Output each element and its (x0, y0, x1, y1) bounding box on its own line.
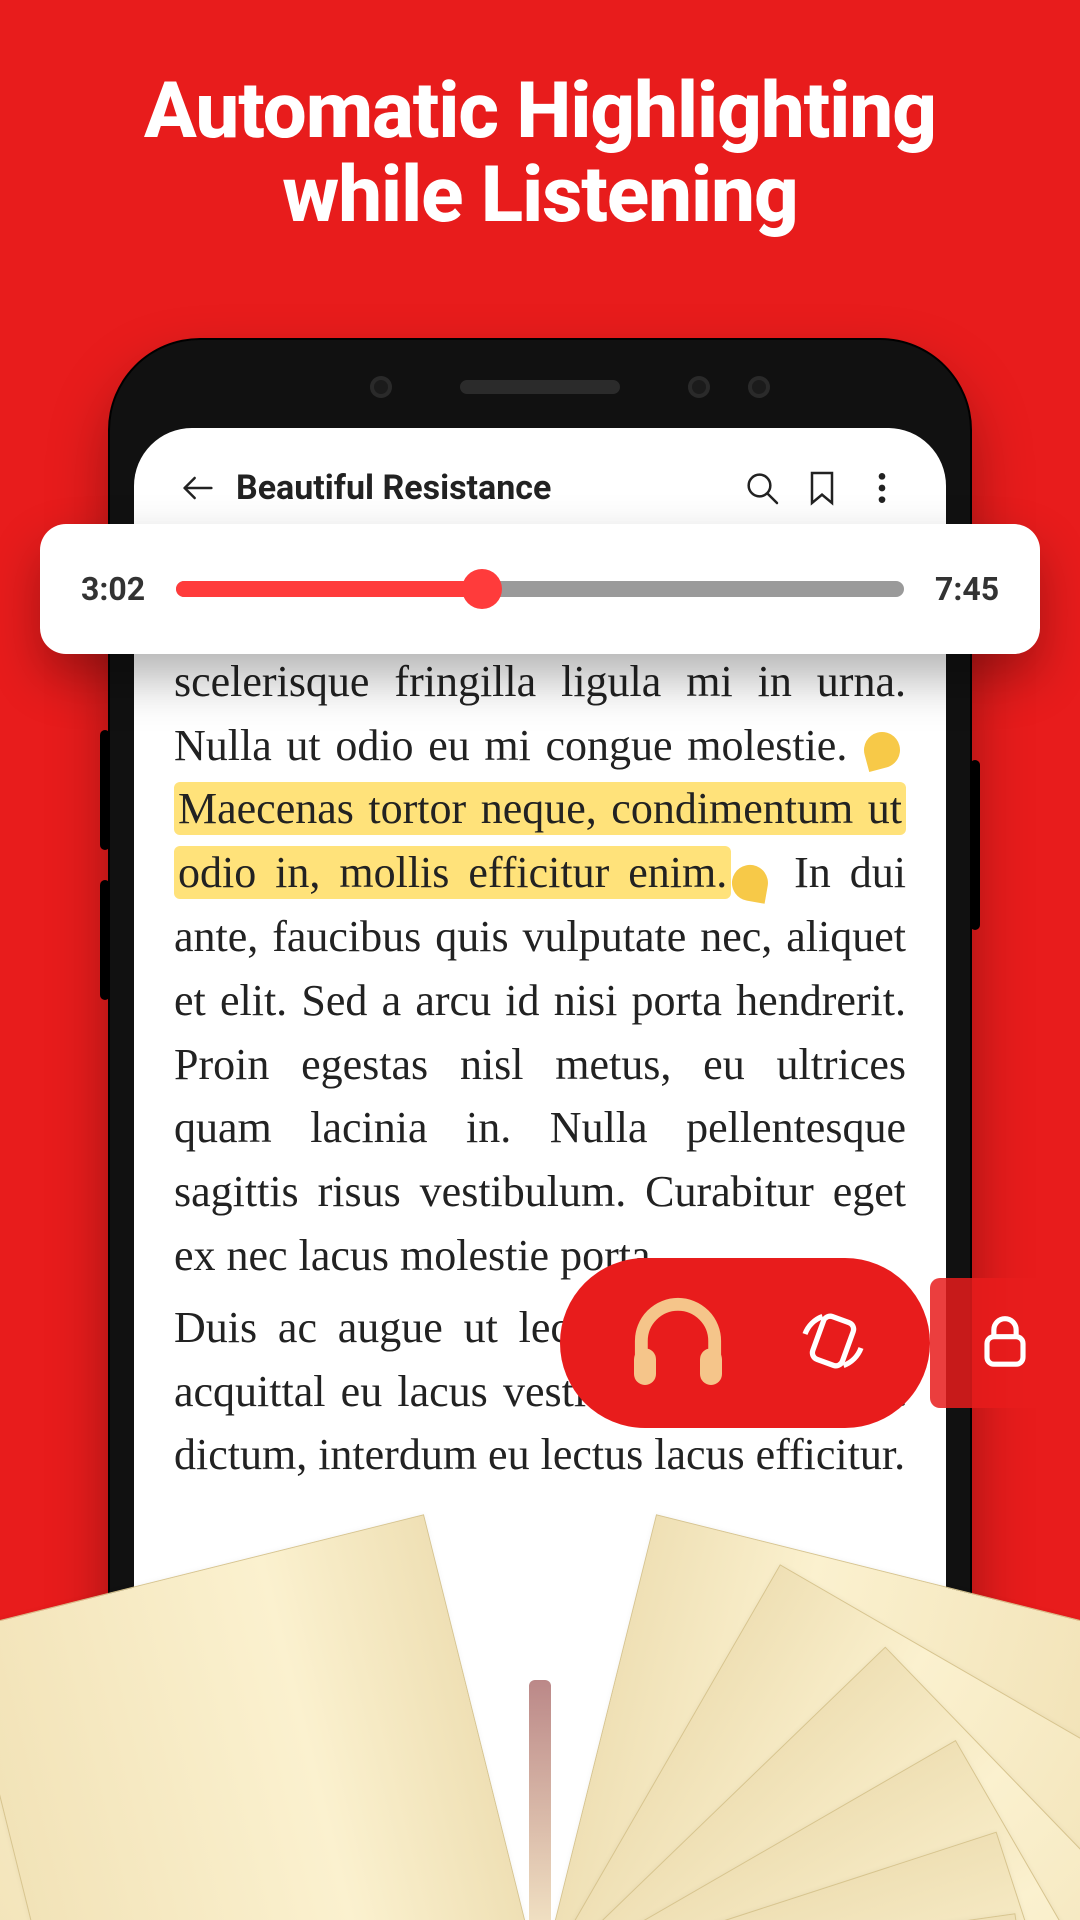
phone-sensor (748, 376, 770, 398)
arrow-left-icon (178, 468, 218, 508)
reader-paragraph: eleifend porttitor, orci est vehicula ve… (174, 586, 906, 1288)
progress-track[interactable] (176, 581, 904, 597)
phone-speaker (460, 380, 620, 394)
phone-side-button (100, 880, 110, 1000)
bookmark-icon (802, 468, 842, 508)
promo-headline-line2: while Listening (0, 154, 1080, 238)
bookmark-button[interactable] (792, 458, 852, 518)
floating-actions (560, 1258, 1080, 1428)
phone-sensor (688, 376, 710, 398)
phone-sensor (370, 376, 392, 398)
rotate-icon (798, 1306, 868, 1376)
back-button[interactable] (168, 458, 228, 518)
headphones-icon (623, 1286, 733, 1396)
listen-pill (560, 1258, 930, 1428)
rotate-screen-button[interactable] (798, 1306, 868, 1380)
listen-button[interactable] (623, 1286, 733, 1400)
total-time: 7:45 (928, 570, 1006, 608)
overflow-menu-button[interactable] (852, 458, 912, 518)
promo-headline: Automatic Highlighting while Listening (0, 70, 1080, 238)
highlight-start-handle[interactable] (860, 727, 904, 771)
promo-headline-line1: Automatic Highlighting (0, 70, 1080, 154)
more-vertical-icon (862, 468, 902, 508)
book-title: Beautiful Resistance (228, 468, 732, 508)
lock-orientation-button[interactable] (930, 1278, 1080, 1408)
elapsed-time: 3:02 (74, 570, 152, 608)
search-button[interactable] (732, 458, 792, 518)
reader-text-post: In dui ante, faucibus quis vulputate nec… (174, 848, 906, 1280)
highlight-end-handle[interactable] (729, 862, 771, 904)
progress-thumb[interactable] (462, 569, 502, 609)
audio-progress-card: 3:02 7:45 (40, 524, 1040, 654)
phone-side-button (100, 730, 110, 850)
progress-fill (176, 581, 482, 597)
search-icon (742, 468, 782, 508)
lock-icon (975, 1311, 1035, 1371)
phone-side-button (970, 760, 980, 930)
